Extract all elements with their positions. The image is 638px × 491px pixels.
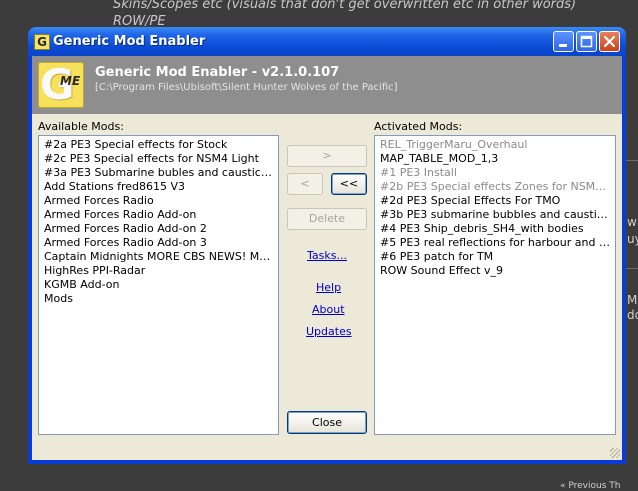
available-mod-item[interactable]: Captain Midnights MORE CBS NEWS! MOD v1,… [44, 250, 273, 264]
game-install-path: [C:\Program Files\Ubisoft\Silent Hunter … [95, 82, 398, 93]
available-mod-item[interactable]: Mods [44, 292, 273, 306]
available-mod-item[interactable]: Armed Forces Radio Add-on [44, 208, 273, 222]
help-link[interactable]: Help [316, 281, 341, 294]
app-version-title: Generic Mod Enabler - v2.1.0.107 [95, 65, 340, 80]
deactivate-button[interactable]: < [287, 173, 323, 195]
deactivate-all-button-label: << [339, 177, 359, 190]
window-client-area: G ME Generic Mod Enabler - v2.1.0.107 [C… [32, 56, 622, 460]
activated-mod-item[interactable]: REL_TriggerMaru_Overhaul [380, 138, 610, 152]
gme-logo: G ME [38, 60, 84, 109]
maximize-icon [580, 35, 593, 48]
app-header: G ME Generic Mod Enabler - v2.1.0.107 [C… [32, 56, 622, 114]
activated-mod-item[interactable]: ROW Sound Effect v_9 [380, 264, 610, 278]
deactivate-button-label: < [300, 177, 310, 190]
background-previous-link[interactable]: « Previous Th [560, 481, 620, 491]
available-mod-item[interactable]: #3a PE3 Submarine bubles and caustics an… [44, 166, 273, 180]
tasks-link[interactable]: Tasks... [307, 249, 347, 262]
available-mod-item[interactable]: HighRes PPI-Radar [44, 264, 273, 278]
activated-mods-label: Activated Mods: [374, 120, 463, 133]
activated-mod-item[interactable]: #1 PE3 Install [380, 166, 610, 180]
available-mod-item[interactable]: Armed Forces Radio Add-on 3 [44, 236, 273, 250]
available-mod-item[interactable]: Armed Forces Radio Add-on 2 [44, 222, 273, 236]
title-bar[interactable]: G Generic Mod Enabler [28, 27, 626, 56]
activate-button-label: > [322, 149, 332, 162]
activated-mod-item[interactable]: #2b PE3 Special effects Zones for NSM4 C… [380, 180, 610, 194]
available-mods-label: Available Mods: [38, 120, 124, 133]
updates-link[interactable]: Updates [306, 325, 352, 338]
deactivate-all-button[interactable]: << [331, 173, 367, 195]
close-button-label: Close [312, 416, 342, 429]
available-mod-item[interactable]: Add Stations fred8615 V3 [44, 180, 273, 194]
background-text-fragment: M [627, 293, 638, 307]
background-text-fragment: uy [627, 232, 638, 246]
delete-button-label: Delete [308, 212, 346, 225]
window-title: Generic Mod Enabler [53, 34, 206, 49]
minimize-icon [559, 44, 567, 47]
background-text-fragment: wr [627, 215, 638, 229]
available-mod-item[interactable]: KGMB Add-on [44, 278, 273, 292]
available-mod-item[interactable]: #2a PE3 Special effects for Stock [44, 138, 273, 152]
available-mod-item[interactable]: Armed Forces Radio [44, 194, 273, 208]
background-divider [624, 160, 638, 161]
background-forum-text: Skins/Scopes etc (visuals that don't get… [113, 0, 576, 30]
available-mods-list[interactable]: #2a PE3 Special effects for Stock #2c PE3… [38, 135, 279, 435]
delete-button[interactable]: Delete [287, 208, 367, 230]
activated-mod-item[interactable]: MAP_TABLE_MOD_1,3 [380, 152, 610, 166]
background-text-fragment: dd [627, 308, 638, 322]
activated-mod-item[interactable]: #4 PE3 Ship_debris_SH4_with bodies [380, 222, 610, 236]
maximize-button[interactable] [576, 31, 597, 52]
background-line-1: Skins/Scopes etc (visuals that don't get… [113, 0, 577, 12]
close-button[interactable]: Close [287, 411, 367, 434]
resize-grip[interactable] [610, 448, 620, 458]
app-icon: G [34, 34, 50, 50]
activated-mod-item[interactable]: #5 PE3 real reflections for harbour and … [380, 236, 610, 250]
activate-button[interactable]: > [287, 145, 367, 167]
background-divider [624, 268, 638, 269]
activated-mod-item[interactable]: #6 PE3 patch for TM [380, 250, 610, 264]
close-window-button[interactable] [599, 31, 620, 52]
minimize-button[interactable] [553, 31, 574, 52]
app-window: G Generic Mod Enabler G ME Generic Mod E… [28, 27, 626, 464]
logo-subtext: ME [60, 74, 81, 88]
activated-mod-item[interactable]: #2d PE3 Special Effects For TMO [380, 194, 610, 208]
about-link[interactable]: About [312, 303, 345, 316]
available-mod-item[interactable]: #2c PE3 Special effects for NSM4 Light [44, 152, 273, 166]
close-icon [603, 35, 616, 48]
activated-mod-item[interactable]: #3b PE3 submarine bubbles and caustics a… [380, 208, 610, 222]
activated-mods-list[interactable]: REL_TriggerMaru_Overhaul MAP_TABLE_MOD_1,… [374, 135, 616, 435]
